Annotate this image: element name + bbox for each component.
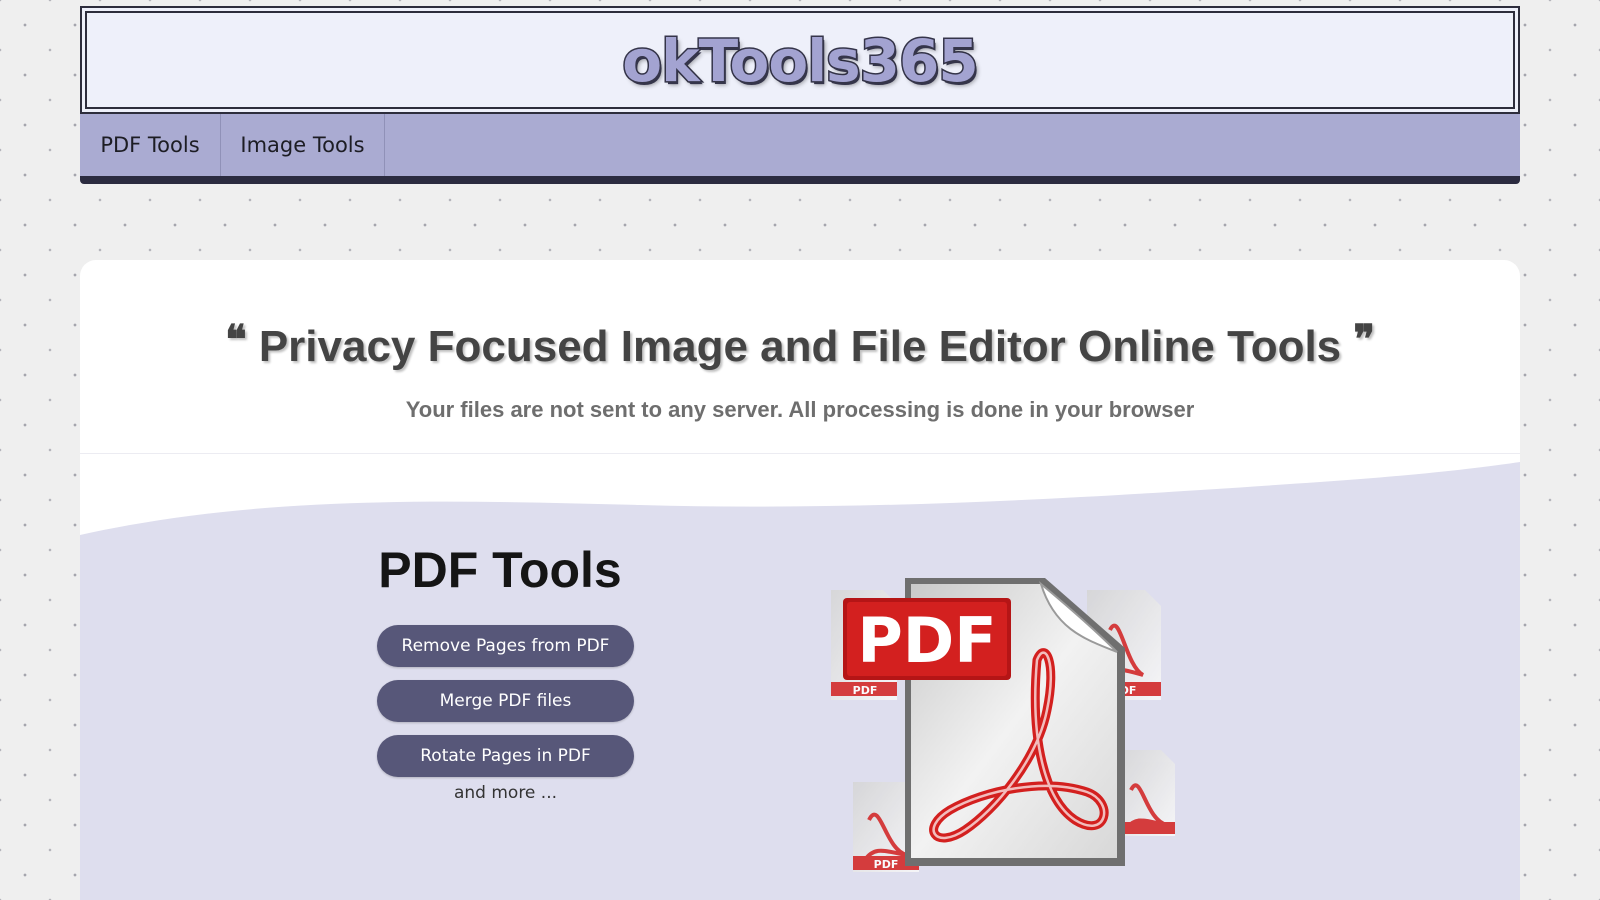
svg-text:PDF: PDF [874,858,899,871]
main-card: ❝ Privacy Focused Image and File Editor … [80,260,1520,900]
nav-item-image-tools[interactable]: Image Tools [221,114,385,176]
rotate-pages-button[interactable]: Rotate Pages in PDF [377,735,634,777]
hero-title: ❝ Privacy Focused Image and File Editor … [80,314,1520,373]
and-more-text: and more ... [453,783,558,803]
small-pdf-doc-bottom-right [1117,750,1175,836]
pdf-document-icon: PDF PDF PDF [831,578,1175,872]
svg-text:PDF: PDF [853,684,878,697]
remove-pages-button[interactable]: Remove Pages from PDF [377,625,634,667]
pdf-badge: PDF [843,598,1011,680]
site-logo[interactable]: okTools365 [82,27,1518,96]
svg-text:PDF: PDF [857,604,996,677]
main-nav: PDF Tools Image Tools [80,114,1520,184]
site-header: okTools365 [80,6,1520,114]
nav-item-pdf-tools[interactable]: PDF Tools [80,114,221,176]
close-quote-icon: ❞ [1353,316,1375,363]
hero-subtitle: Your files are not sent to any server. A… [405,397,1195,422]
pdf-tools-heading: PDF Tools [378,542,622,598]
merge-pdf-button[interactable]: Merge PDF files [377,680,634,722]
section-wave-background [80,462,1520,900]
open-quote-icon: ❝ [225,316,247,363]
hero-title-text: Privacy Focused Image and File Editor On… [258,322,1342,371]
